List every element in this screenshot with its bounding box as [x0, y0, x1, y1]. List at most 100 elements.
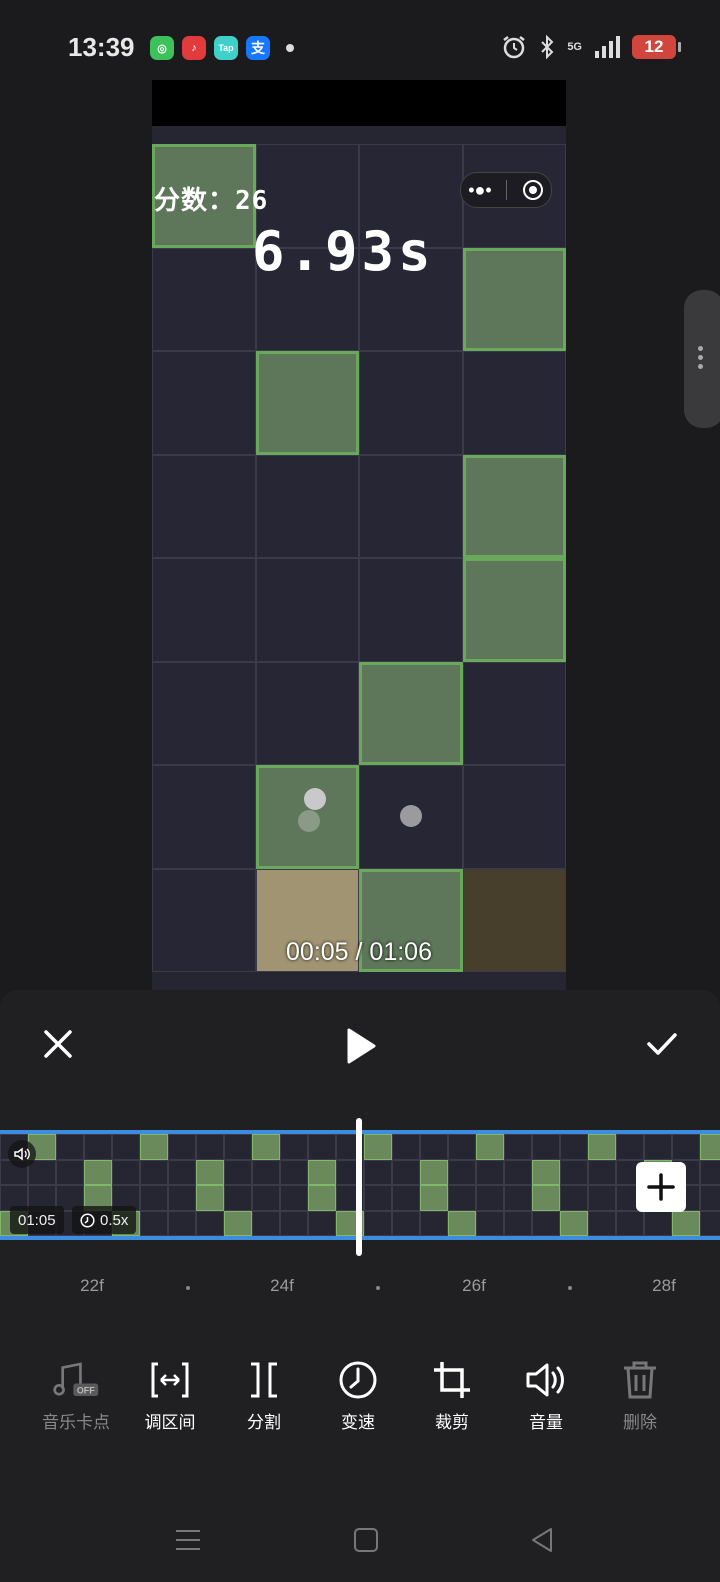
taptap-icon: Tap	[214, 36, 238, 60]
frame-cell	[308, 1159, 336, 1185]
speaker-icon	[14, 1147, 30, 1161]
play-button[interactable]	[336, 1022, 384, 1070]
ruler-tick	[568, 1286, 572, 1290]
video-preview[interactable]: 分数：26 6.93s •●• 00:05 / 01:06	[152, 80, 566, 990]
ball-ghost	[400, 805, 422, 827]
music-off-badge: OFF	[77, 1385, 95, 1395]
frame-cell	[140, 1185, 168, 1211]
clip-volume-button[interactable]	[8, 1140, 36, 1168]
frame-cell	[476, 1134, 504, 1160]
nav-menu-button[interactable]	[168, 1522, 208, 1558]
alarm-icon	[503, 36, 526, 59]
bluetooth-icon	[541, 34, 554, 60]
delete-icon	[616, 1358, 664, 1402]
frame-cell	[252, 1210, 280, 1236]
board-cell	[359, 351, 463, 455]
home-icon	[354, 1528, 378, 1552]
frame-cell	[532, 1134, 560, 1160]
handle-dots-icon	[698, 346, 704, 369]
frame-cell	[504, 1134, 532, 1160]
frame-cell	[392, 1159, 420, 1185]
nav-home-button[interactable]	[346, 1522, 386, 1558]
frame-cell	[308, 1185, 336, 1211]
frame-cell	[700, 1159, 720, 1185]
tool-volume[interactable]: 音量	[501, 1358, 591, 1433]
frame-cell	[560, 1159, 588, 1185]
frame-cell	[112, 1159, 140, 1185]
edit-toolbar: OFF 音乐卡点 调区间 分割 变速 裁剪 音量 删除	[0, 1358, 720, 1448]
tool-crop[interactable]: 裁剪	[407, 1358, 497, 1433]
frame-cell	[196, 1185, 224, 1211]
tool-split[interactable]: 分割	[219, 1358, 309, 1433]
frame-cell	[224, 1134, 252, 1160]
frame-cell	[616, 1134, 644, 1160]
timeline-ruler: 22f 24f 26f 28f	[0, 1276, 720, 1306]
frame-cell	[252, 1159, 280, 1185]
frame-cell	[420, 1210, 448, 1236]
board-cell	[152, 454, 256, 558]
frame-cell	[644, 1134, 672, 1160]
board-cell	[462, 765, 566, 869]
board-cell	[152, 351, 256, 455]
miniprogram-capsule[interactable]: •●•	[460, 172, 552, 208]
tool-adjust-range[interactable]: 调区间	[125, 1358, 215, 1433]
frame-cell	[56, 1159, 84, 1185]
frame-cell	[448, 1159, 476, 1185]
frame-cell	[700, 1210, 720, 1236]
more-icon[interactable]: •●•	[468, 180, 491, 201]
frame-cell	[140, 1159, 168, 1185]
frame-cell	[84, 1134, 112, 1160]
battery-indicator: 12	[632, 35, 681, 59]
tool-music-beat[interactable]: OFF 音乐卡点	[31, 1358, 121, 1433]
notification-dot	[286, 44, 294, 52]
board-cell	[462, 558, 566, 662]
adjust-range-icon	[146, 1358, 194, 1402]
frame-cell	[364, 1210, 392, 1236]
frame-cell	[504, 1185, 532, 1211]
frame-cell	[644, 1210, 672, 1236]
frame-cell	[168, 1159, 196, 1185]
frame-cell	[588, 1185, 616, 1211]
wechat-icon: ◎	[150, 36, 174, 60]
capsule-divider	[506, 180, 508, 200]
frame-cell	[280, 1159, 308, 1185]
volume-icon	[522, 1358, 570, 1402]
board-cell	[359, 661, 463, 765]
ruler-label: 28f	[652, 1276, 676, 1295]
frame-cell	[448, 1210, 476, 1236]
frame-cell	[588, 1134, 616, 1160]
status-time: 13:39	[68, 32, 135, 62]
frame-cell	[196, 1134, 224, 1160]
frame-cell	[224, 1210, 252, 1236]
close-target-icon[interactable]	[522, 179, 544, 201]
tool-label: 裁剪	[435, 1413, 469, 1432]
side-handle[interactable]	[684, 290, 720, 428]
board-cell	[255, 661, 359, 765]
ball	[304, 788, 326, 810]
confirm-button[interactable]	[640, 1022, 684, 1066]
status-indicators: 5G 12	[501, 34, 681, 60]
music-icon: ♪	[182, 36, 206, 60]
clock-icon	[80, 1212, 95, 1228]
close-button[interactable]	[36, 1022, 80, 1066]
clip-frame	[308, 1134, 420, 1236]
tool-delete[interactable]: 删除	[595, 1358, 685, 1433]
board-cell	[462, 247, 566, 351]
frame-cell	[140, 1210, 168, 1236]
frame-cell	[308, 1134, 336, 1160]
tool-speed[interactable]: 变速	[313, 1358, 403, 1433]
add-clip-button[interactable]	[636, 1162, 686, 1212]
frame-cell	[476, 1185, 504, 1211]
board-cell	[152, 765, 256, 869]
board-cell	[462, 661, 566, 765]
frame-cell	[504, 1210, 532, 1236]
frame-cell	[280, 1185, 308, 1211]
playhead[interactable]	[356, 1118, 362, 1256]
frame-cell	[280, 1210, 308, 1236]
board-cell	[152, 247, 256, 351]
ball-shadow	[298, 810, 320, 832]
nav-back-button[interactable]	[522, 1522, 562, 1558]
ruler-label: 24f	[270, 1276, 294, 1295]
network-type: 5G	[567, 41, 582, 53]
board-cell	[462, 351, 566, 455]
